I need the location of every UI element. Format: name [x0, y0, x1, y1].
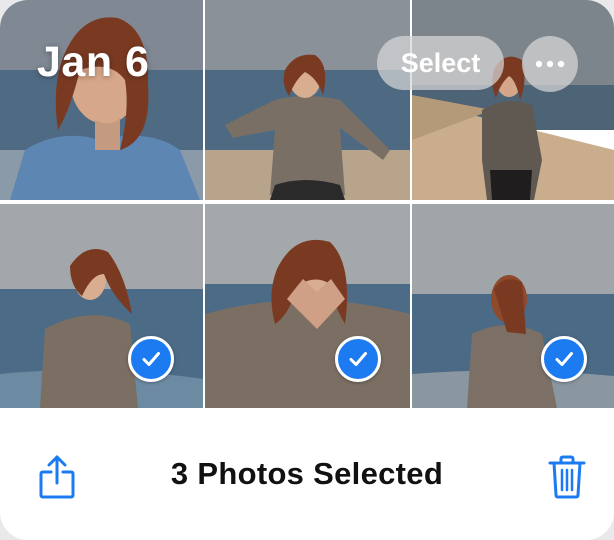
photo-thumbnail-5[interactable] — [205, 204, 410, 408]
photo-6-image — [412, 204, 614, 408]
photo-thumbnail-1[interactable] — [0, 0, 203, 200]
ellipsis-icon — [535, 60, 565, 68]
photo-5-image — [205, 204, 410, 408]
delete-button[interactable] — [548, 455, 586, 499]
photo-1-image — [0, 0, 203, 200]
photo-thumbnail-6[interactable] — [412, 204, 614, 408]
photo-4-image — [0, 204, 203, 408]
photo-thumbnail-2[interactable] — [205, 0, 410, 200]
selected-check-icon — [128, 336, 174, 382]
photo-thumbnail-3[interactable] — [412, 0, 614, 200]
selection-status: 3 Photos Selected — [170, 456, 444, 491]
photo-thumbnail-4[interactable] — [0, 204, 203, 408]
selected-check-icon — [335, 336, 381, 382]
selected-check-icon — [541, 336, 587, 382]
trash-icon — [548, 455, 586, 499]
select-button[interactable]: Select — [377, 36, 504, 90]
more-options-button[interactable] — [522, 36, 578, 92]
photos-card: Jan 6 Select 3 Photos Selected — [0, 0, 614, 540]
photo-2-image — [205, 0, 410, 200]
photo-3-image — [412, 0, 614, 200]
date-title: Jan 6 — [37, 38, 150, 86]
